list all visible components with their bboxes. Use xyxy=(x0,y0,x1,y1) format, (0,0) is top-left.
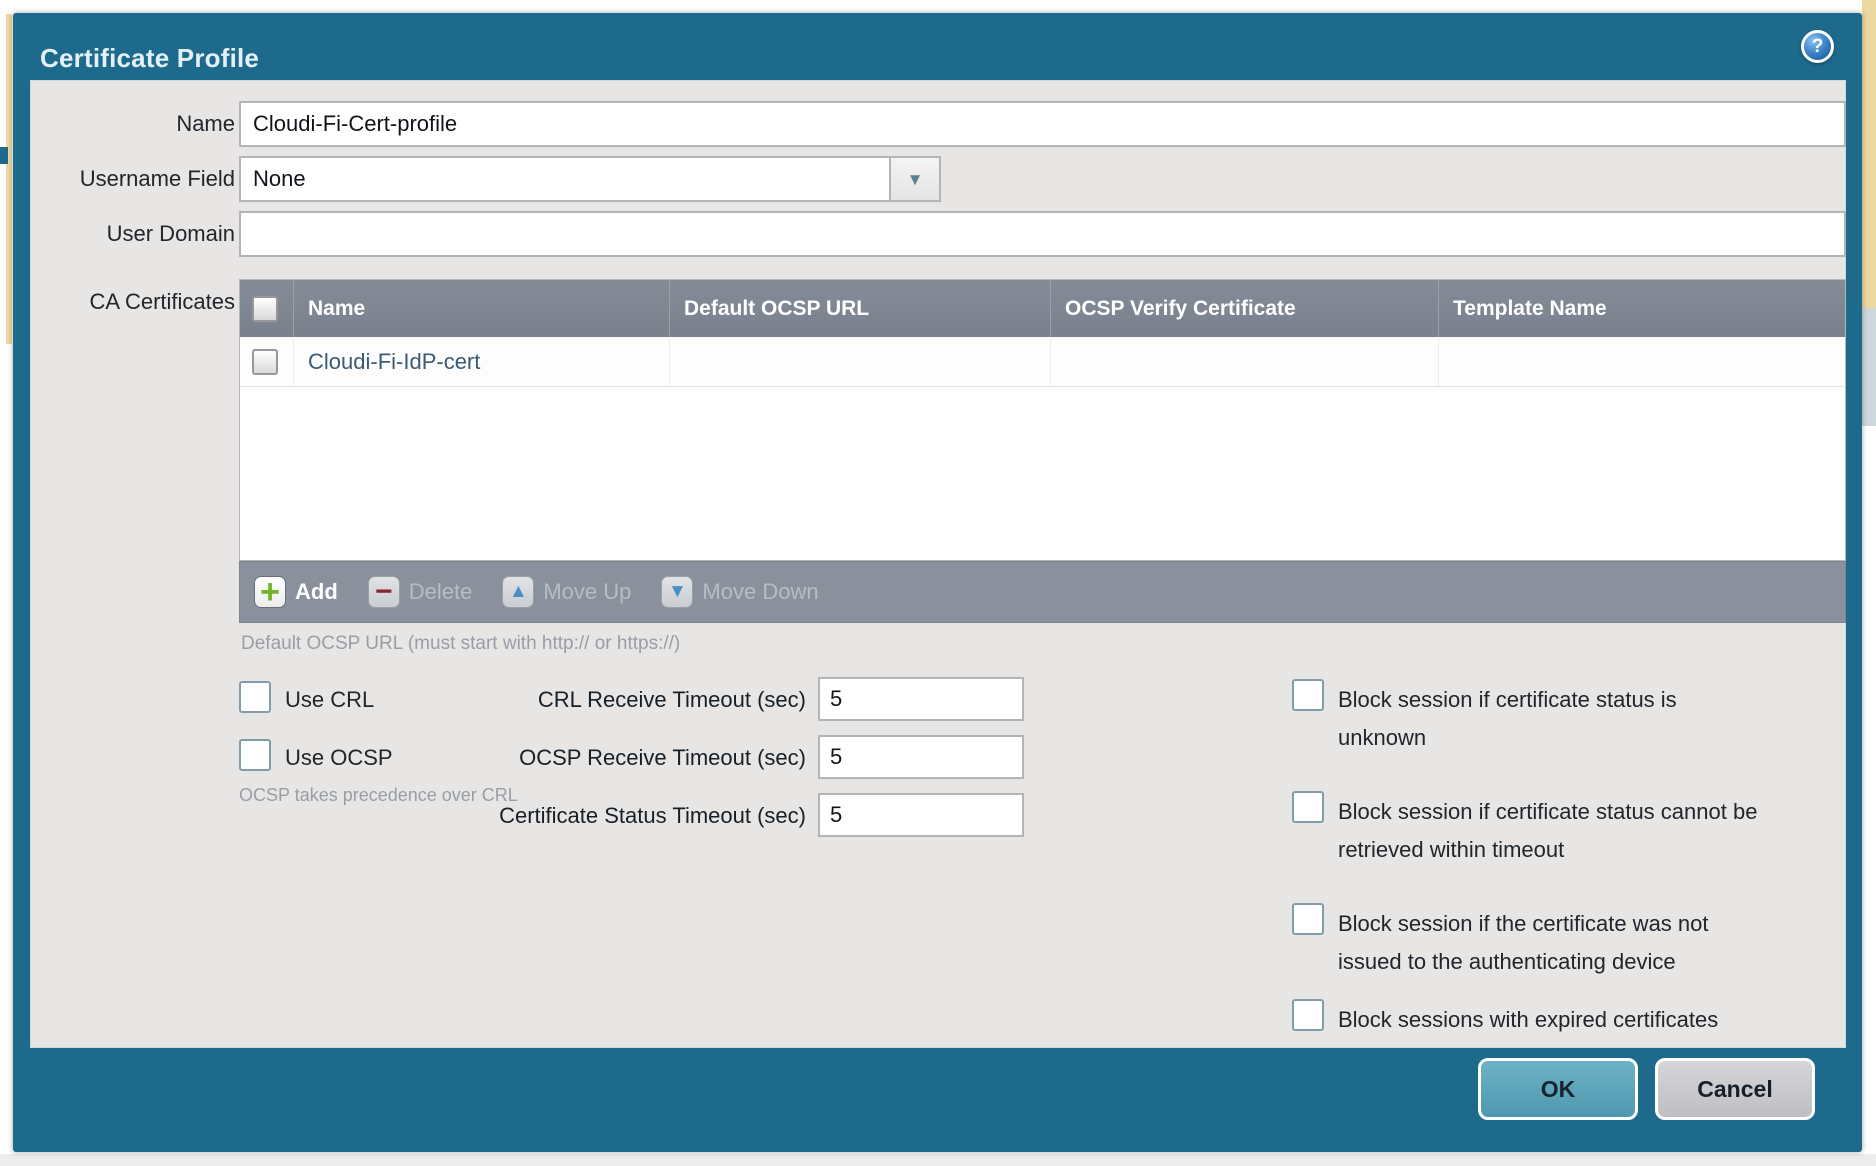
delete-icon: − xyxy=(368,576,400,608)
chevron-down-icon: ▼ xyxy=(907,171,924,188)
cancel-button[interactable]: Cancel xyxy=(1655,1058,1815,1120)
dialog-body: Name Username Field ▼ User Domain CA Cer… xyxy=(30,80,1846,1048)
move-down-icon: ▼ xyxy=(661,576,693,608)
ca-certificates-table: Name Default OCSP URL OCSP Verify Certif… xyxy=(239,279,1846,561)
add-button[interactable]: + Add xyxy=(254,576,338,608)
move-up-button-label: Move Up xyxy=(543,579,631,605)
crl-receive-timeout-input[interactable] xyxy=(818,677,1024,721)
ca-certificates-label: CA Certificates xyxy=(45,289,235,315)
row-cell-name[interactable]: Cloudi-Fi-IdP-cert xyxy=(294,337,670,386)
row-cell-template-name[interactable] xyxy=(1439,337,1845,386)
background-strip xyxy=(0,1154,1876,1166)
background-strip xyxy=(1862,308,1876,426)
background-strip xyxy=(6,14,12,344)
username-field-dropdown-button[interactable]: ▼ xyxy=(889,156,941,202)
block-status-not-retrieved-label: Block session if certificate status cann… xyxy=(1338,793,1843,869)
block-status-not-retrieved-checkbox[interactable] xyxy=(1292,791,1324,823)
ocsp-receive-timeout-label: OCSP Receive Timeout (sec) xyxy=(356,745,806,771)
username-field-label: Username Field xyxy=(45,166,235,192)
use-crl-checkbox[interactable] xyxy=(239,681,271,713)
ocsp-receive-timeout-input[interactable] xyxy=(818,735,1024,779)
row-checkbox[interactable] xyxy=(252,349,278,375)
certificate-status-timeout-input[interactable] xyxy=(818,793,1024,837)
table-row[interactable]: Cloudi-Fi-IdP-cert xyxy=(240,337,1845,387)
user-domain-input[interactable] xyxy=(239,211,1846,257)
certificate-status-timeout-label: Certificate Status Timeout (sec) xyxy=(356,803,806,829)
column-header-name[interactable]: Name xyxy=(294,280,670,337)
name-input[interactable] xyxy=(239,101,1846,147)
move-up-button[interactable]: ▲ Move Up xyxy=(502,576,631,608)
select-all-checkbox[interactable] xyxy=(252,296,278,322)
use-ocsp-checkbox[interactable] xyxy=(239,739,271,771)
column-header-ocsp-verify-certificate[interactable]: OCSP Verify Certificate xyxy=(1051,280,1439,337)
block-expired-checkbox[interactable] xyxy=(1292,999,1324,1031)
block-status-unknown-checkbox[interactable] xyxy=(1292,679,1324,711)
delete-button[interactable]: − Delete xyxy=(368,576,473,608)
user-domain-label: User Domain xyxy=(45,221,235,247)
ok-button[interactable]: OK xyxy=(1478,1058,1638,1120)
crl-receive-timeout-label: CRL Receive Timeout (sec) xyxy=(356,687,806,713)
background-strip xyxy=(1862,0,1876,308)
table-header-row: Name Default OCSP URL OCSP Verify Certif… xyxy=(240,280,1845,337)
block-status-unknown-label: Block session if certificate status is u… xyxy=(1338,681,1843,757)
block-not-issued-checkbox[interactable] xyxy=(1292,903,1324,935)
block-not-issued-label: Block session if the certificate was not… xyxy=(1338,905,1843,981)
screen: Certificate Profile ? Name Username Fiel… xyxy=(0,0,1876,1166)
move-up-icon: ▲ xyxy=(502,576,534,608)
delete-button-label: Delete xyxy=(409,579,473,605)
table-toolbar: + Add − Delete ▲ Move Up ▼ Move Down xyxy=(239,561,1846,623)
username-field-value[interactable] xyxy=(239,156,891,202)
block-expired-label: Block sessions with expired certificates xyxy=(1338,1001,1843,1039)
default-ocsp-url-hint: Default OCSP URL (must start with http:/… xyxy=(241,633,680,655)
background-strip xyxy=(0,147,8,164)
row-checkbox-cell xyxy=(240,337,294,386)
help-icon[interactable]: ? xyxy=(1801,30,1834,63)
move-down-button-label: Move Down xyxy=(702,579,818,605)
add-icon: + xyxy=(254,576,286,608)
add-button-label: Add xyxy=(295,579,338,605)
dialog-title: Certificate Profile xyxy=(40,43,259,74)
column-header-default-ocsp-url[interactable]: Default OCSP URL xyxy=(670,280,1051,337)
row-cell-default-ocsp-url[interactable] xyxy=(670,337,1051,386)
username-field-dropdown[interactable]: ▼ xyxy=(239,156,941,202)
move-down-button[interactable]: ▼ Move Down xyxy=(661,576,818,608)
name-label: Name xyxy=(45,111,235,137)
header-checkbox-cell xyxy=(240,280,294,337)
certificate-profile-dialog: Certificate Profile ? Name Username Fiel… xyxy=(13,13,1862,1152)
row-cell-ocsp-verify-certificate[interactable] xyxy=(1051,337,1439,386)
column-header-template-name[interactable]: Template Name xyxy=(1439,280,1845,337)
